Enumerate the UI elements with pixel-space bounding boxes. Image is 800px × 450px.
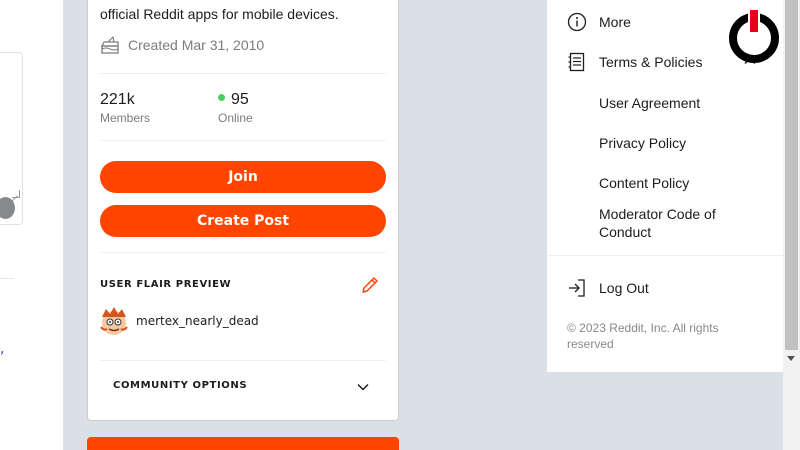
divider (100, 252, 386, 253)
menu-item-log-out[interactable]: Log Out (547, 276, 783, 300)
info-icon (567, 12, 587, 32)
members-label: Members (100, 111, 151, 125)
page-scrollbar[interactable] (783, 0, 800, 450)
community-options-toggle[interactable]: COMMUNITY OPTIONS (113, 380, 247, 391)
avatar (100, 307, 128, 335)
divider (547, 255, 783, 256)
community-description: official Reddit apps for mobile devices. (100, 6, 339, 22)
menu-item-moderator-code[interactable]: Moderator Code of Conduct (599, 205, 749, 241)
menu-item-more-label: More (599, 14, 631, 30)
flair-username: mertex_nearly_dead (136, 314, 259, 328)
menu-item-user-agreement[interactable]: User Agreement (599, 94, 700, 112)
online-count: 95 (231, 91, 249, 108)
create-post-button[interactable]: Create Post (100, 205, 386, 237)
online-indicator-icon (218, 94, 225, 102)
members-stat: 221k Members (100, 90, 150, 125)
scroll-down-arrow-icon[interactable] (787, 356, 795, 361)
menu-item-log-out-label: Log Out (599, 280, 649, 296)
power-logo (729, 8, 779, 63)
text-fragment: , (0, 341, 5, 357)
pencil-icon[interactable] (360, 275, 380, 295)
scrollbar-thumb[interactable] (785, 0, 798, 350)
join-button[interactable]: Join (100, 161, 386, 193)
user-flair-preview-title: USER FLAIR PREVIEW (100, 279, 232, 290)
divider (100, 360, 386, 361)
next-card-header (87, 437, 399, 450)
divider (100, 73, 386, 74)
divider (0, 278, 14, 279)
resize-handle[interactable] (12, 190, 20, 198)
document-icon (568, 52, 585, 72)
menu-item-content-policy[interactable]: Content Policy (599, 174, 689, 192)
online-stat: 95 Online (218, 90, 253, 125)
menu-item-terms-label: Terms & Policies (599, 54, 703, 70)
created-text: Created Mar 31, 2010 (128, 37, 265, 53)
members-count: 221k (100, 91, 135, 108)
cake-icon (100, 36, 119, 54)
copyright-text: © 2023 Reddit, Inc. All rights reserved (567, 321, 719, 351)
online-label: Online (218, 111, 253, 125)
community-sidebar-card: official Reddit apps for mobile devices.… (87, 0, 399, 421)
created-date: Created Mar 31, 2010 (100, 36, 264, 54)
logout-icon (569, 279, 585, 297)
chevron-down-icon[interactable] (356, 380, 370, 394)
main-content-fragment: , (0, 0, 63, 450)
menu-item-privacy-policy[interactable]: Privacy Policy (599, 134, 686, 152)
divider (100, 140, 386, 141)
